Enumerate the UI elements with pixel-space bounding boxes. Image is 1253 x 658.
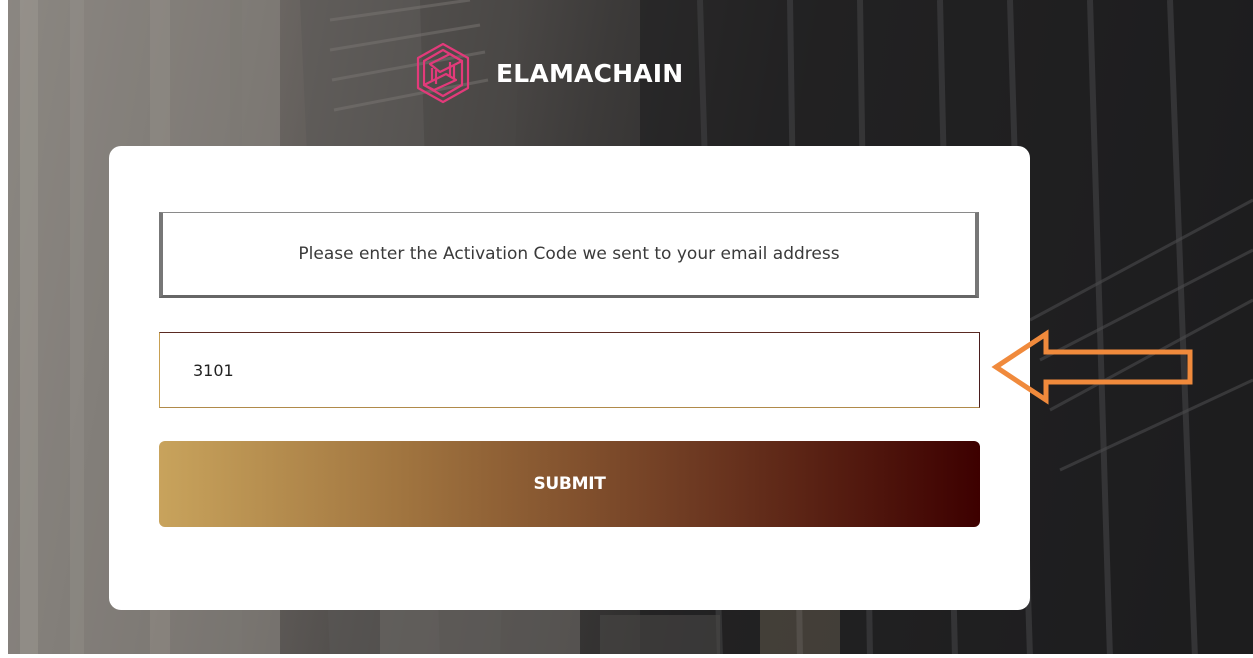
elamachain-logo-icon: [416, 42, 470, 104]
page-background: ELAMACHAIN Please enter the Activation C…: [0, 0, 1253, 658]
annotation-arrow-icon: [991, 329, 1193, 405]
activation-card: Please enter the Activation Code we sent…: [109, 146, 1030, 610]
activation-notice-box: Please enter the Activation Code we sent…: [159, 212, 979, 298]
brand-header: ELAMACHAIN: [410, 40, 683, 106]
activation-instruction-text: Please enter the Activation Code we sent…: [298, 244, 840, 264]
submit-button[interactable]: SUBMIT: [159, 441, 980, 527]
left-frame-edge: [0, 0, 8, 658]
brand-name: ELAMACHAIN: [496, 58, 684, 88]
bottom-frame-edge: [0, 654, 1253, 658]
activation-code-input[interactable]: [159, 332, 980, 408]
